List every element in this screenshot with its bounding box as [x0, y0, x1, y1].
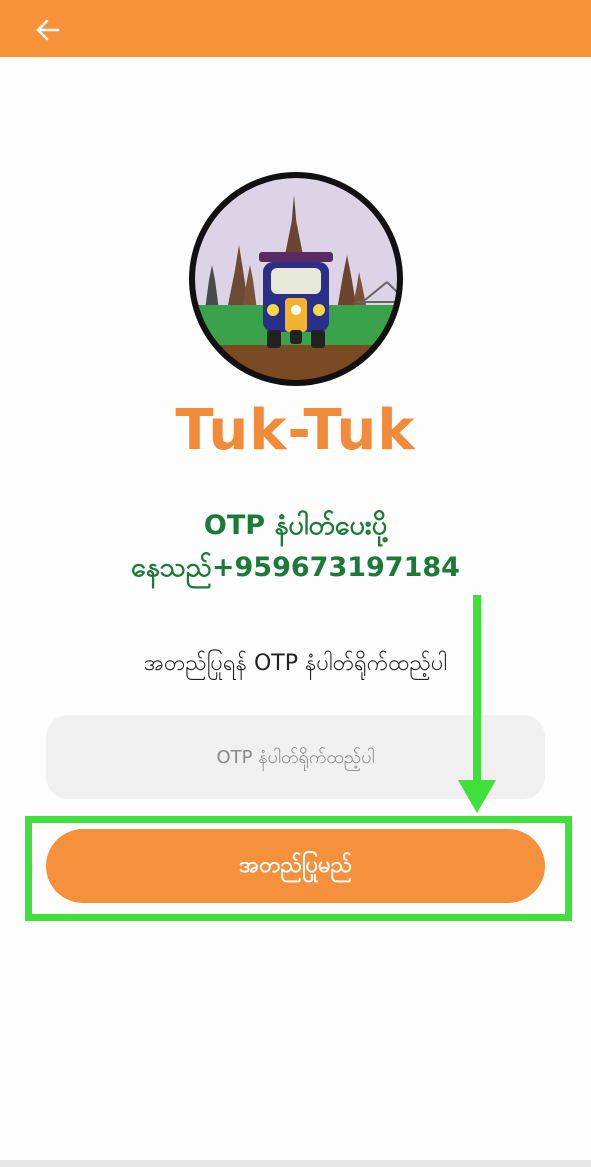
app-logo	[187, 170, 405, 388]
brand-name: Tuk-Tuk	[175, 398, 416, 463]
back-button[interactable]	[30, 12, 66, 48]
arrow-down-icon	[458, 595, 496, 813]
otp-instruction: အတည်ပြုရန် OTP နံပါတ်ရိုက်ထည့်ပါ	[143, 651, 448, 676]
arrow-left-icon	[36, 19, 60, 41]
otp-sent-line2: နေသည်+959673197184	[131, 552, 460, 583]
confirm-button[interactable]: အတည်ပြုမည်	[46, 829, 545, 903]
otp-sent-message: OTP နံပါတ်ပေးပို့ နေသည်+959673197184	[0, 505, 591, 589]
otp-sent-line1: OTP နံပါတ်ပေးပို့	[203, 510, 388, 541]
app-bar	[0, 0, 591, 57]
otp-verification-screen: Tuk-Tuk OTP နံပါတ်ပေးပို့ နေသည်+95967319…	[0, 0, 591, 1167]
bottom-edge	[0, 1160, 591, 1167]
